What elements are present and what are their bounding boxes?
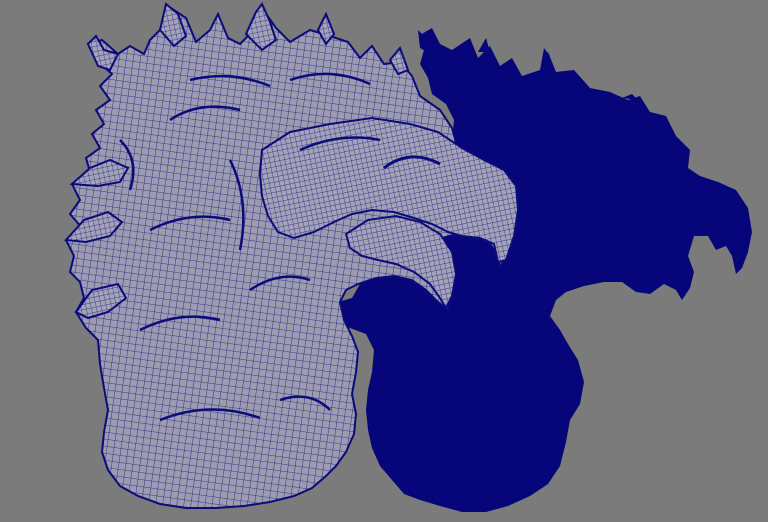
3d-viewport[interactable] (0, 0, 768, 522)
viewport-canvas[interactable] (0, 0, 768, 522)
